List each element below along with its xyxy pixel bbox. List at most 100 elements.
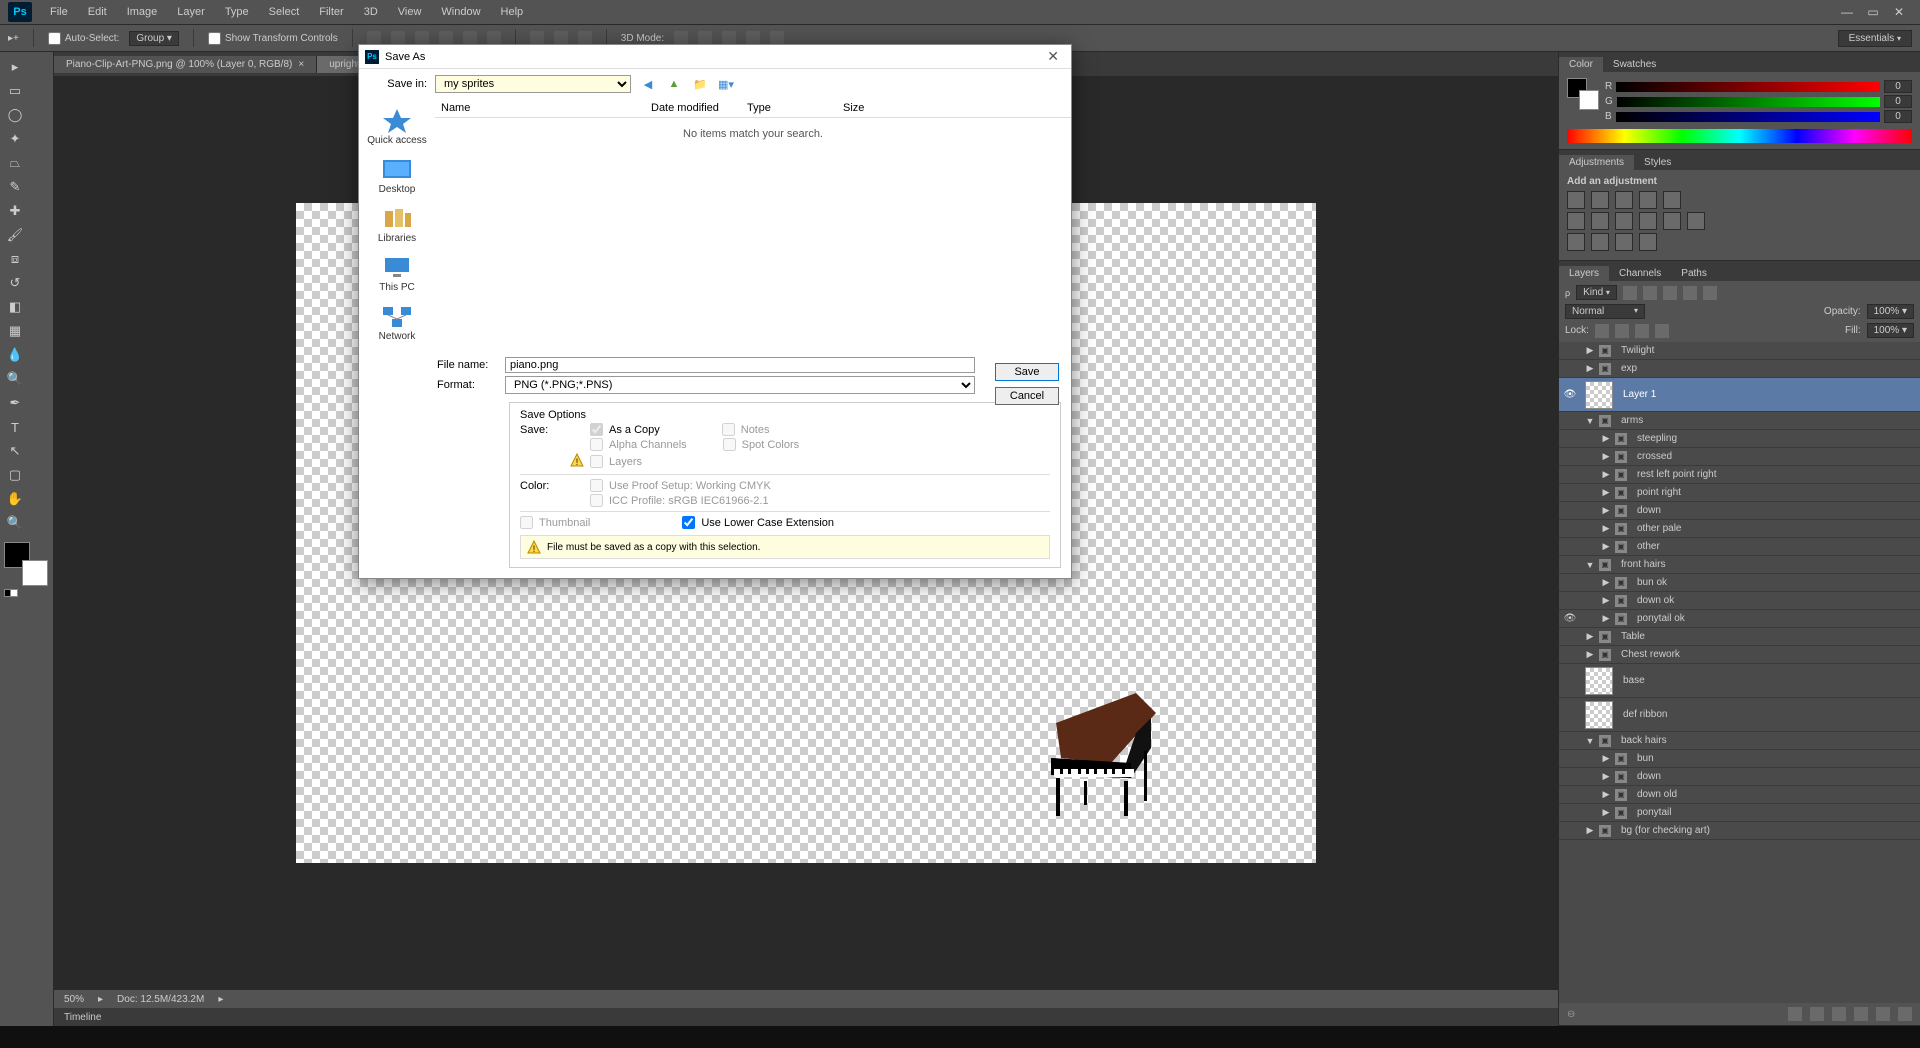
show-transform-checkbox[interactable] <box>208 32 221 45</box>
adj-threshold-icon[interactable] <box>1591 233 1609 251</box>
type-tool[interactable]: T <box>4 416 26 438</box>
place-quick-access[interactable]: Quick access <box>359 107 435 146</box>
path-tool[interactable]: ↖ <box>4 440 26 462</box>
layer-row[interactable]: ▼▣front hairs <box>1559 556 1920 574</box>
as-copy-checkbox[interactable] <box>590 423 603 436</box>
layer-fx-icon[interactable] <box>1810 1007 1824 1021</box>
disclosure-icon[interactable]: ▶ <box>1601 771 1611 782</box>
place-libraries[interactable]: Libraries <box>359 205 435 244</box>
layer-row[interactable]: def ribbon <box>1559 698 1920 732</box>
mode3d-icon[interactable] <box>770 31 784 45</box>
adj-hue-icon[interactable] <box>1567 212 1585 230</box>
tab-channels[interactable]: Channels <box>1609 266 1671 281</box>
icc-checkbox[interactable] <box>590 494 603 507</box>
tab-paths[interactable]: Paths <box>1671 266 1717 281</box>
col-date[interactable]: Date modified <box>645 102 741 114</box>
menu-filter[interactable]: Filter <box>309 3 353 21</box>
auto-select-checkbox[interactable] <box>48 32 61 45</box>
menu-help[interactable]: Help <box>491 3 534 21</box>
align-icon[interactable] <box>439 31 453 45</box>
disclosure-icon[interactable]: ▶ <box>1601 505 1611 516</box>
zoom-tool[interactable]: 🔍 <box>4 512 26 534</box>
marquee-tool[interactable]: ▭ <box>4 80 26 102</box>
opacity-input[interactable]: 100% ▾ <box>1867 304 1914 319</box>
layer-row[interactable]: base <box>1559 664 1920 698</box>
adj-invert-icon[interactable] <box>1687 212 1705 230</box>
layer-mask-icon[interactable] <box>1832 1007 1846 1021</box>
adj-selective-icon[interactable] <box>1639 233 1657 251</box>
filter-shape-icon[interactable] <box>1683 286 1697 300</box>
disclosure-icon[interactable]: ▶ <box>1601 541 1611 552</box>
gradient-tool[interactable]: ▦ <box>4 320 26 342</box>
place-this-pc[interactable]: This PC <box>359 254 435 293</box>
adj-curves-icon[interactable] <box>1615 191 1633 209</box>
shape-tool[interactable]: ▢ <box>4 464 26 486</box>
menu-window[interactable]: Window <box>431 3 490 21</box>
menu-edit[interactable]: Edit <box>78 3 117 21</box>
r-slider[interactable] <box>1616 82 1880 92</box>
disclosure-icon[interactable]: ▶ <box>1601 613 1611 624</box>
stamp-tool[interactable]: ⧈ <box>4 248 26 270</box>
dialog-close-button[interactable]: ✕ <box>1041 48 1065 65</box>
disclosure-icon[interactable]: ▶ <box>1601 595 1611 606</box>
tab-styles[interactable]: Styles <box>1634 155 1681 170</box>
proof-checkbox[interactable] <box>590 479 603 492</box>
auto-select-dropdown[interactable]: Group ▾ <box>129 31 179 46</box>
layer-row[interactable]: ▶▣bg (for checking art) <box>1559 822 1920 840</box>
layer-row[interactable]: ▶▣bun <box>1559 750 1920 768</box>
spot-checkbox[interactable] <box>723 438 736 451</box>
layer-row[interactable]: ▶▣ponytail <box>1559 804 1920 822</box>
col-name[interactable]: Name <box>435 102 645 114</box>
tab-swatches[interactable]: Swatches <box>1603 57 1666 72</box>
color-spectrum[interactable] <box>1567 129 1912 143</box>
col-size[interactable]: Size <box>837 102 907 114</box>
place-desktop[interactable]: Desktop <box>359 156 435 195</box>
close-button[interactable]: ✕ <box>1892 5 1906 19</box>
disclosure-icon[interactable]: ▶ <box>1585 649 1595 660</box>
adj-mixer-icon[interactable] <box>1639 212 1657 230</box>
history-brush-tool[interactable]: ↺ <box>4 272 26 294</box>
disclosure-icon[interactable]: ▶ <box>1601 577 1611 588</box>
layer-row[interactable]: ▶▣rest left point right <box>1559 466 1920 484</box>
back-icon[interactable]: ◀ <box>639 75 657 93</box>
layer-row[interactable]: ▶▣exp <box>1559 360 1920 378</box>
link-layers-icon[interactable] <box>1788 1007 1802 1021</box>
adj-lookup-icon[interactable] <box>1663 212 1681 230</box>
align-icon[interactable] <box>391 31 405 45</box>
g-value[interactable]: 0 <box>1884 95 1912 108</box>
layer-row[interactable]: ▶▣down ok <box>1559 592 1920 610</box>
move-tool[interactable]: ▸ <box>4 56 26 78</box>
healing-tool[interactable]: ✚ <box>4 200 26 222</box>
disclosure-icon[interactable]: ▶ <box>1585 363 1595 374</box>
layer-row[interactable]: ▶▣other pale <box>1559 520 1920 538</box>
mode3d-icon[interactable] <box>746 31 760 45</box>
alpha-checkbox[interactable] <box>590 438 603 451</box>
adj-gradient-icon[interactable] <box>1615 233 1633 251</box>
disclosure-icon[interactable]: ▶ <box>1601 789 1611 800</box>
mode3d-icon[interactable] <box>722 31 736 45</box>
distribute-icon[interactable] <box>554 31 568 45</box>
filter-pixel-icon[interactable] <box>1623 286 1637 300</box>
mode3d-icon[interactable] <box>698 31 712 45</box>
file-name-input[interactable] <box>505 357 975 373</box>
visibility-toggle[interactable]: 👁 <box>1563 613 1577 624</box>
default-colors[interactable] <box>4 588 22 598</box>
eraser-tool[interactable]: ◧ <box>4 296 26 318</box>
distribute-icon[interactable] <box>578 31 592 45</box>
layers-checkbox[interactable] <box>590 455 603 468</box>
blend-mode-dropdown[interactable]: Normal ▾ <box>1565 304 1645 319</box>
thumbnail-checkbox[interactable] <box>520 516 533 529</box>
layer-row[interactable]: ▶▣Twilight <box>1559 342 1920 360</box>
new-group-icon[interactable] <box>1854 1007 1868 1021</box>
adj-brightness-icon[interactable] <box>1567 191 1585 209</box>
layer-row[interactable]: ▶▣Table <box>1559 628 1920 646</box>
blur-tool[interactable]: 💧 <box>4 344 26 366</box>
disclosure-icon[interactable]: ▼ <box>1585 416 1595 426</box>
lasso-tool[interactable]: ◯ <box>4 104 26 126</box>
save-in-dropdown[interactable]: my sprites <box>435 75 631 93</box>
disclosure-icon[interactable]: ▶ <box>1601 807 1611 818</box>
disclosure-icon[interactable]: ▶ <box>1601 451 1611 462</box>
lock-transparent-icon[interactable] <box>1595 324 1609 338</box>
adj-levels-icon[interactable] <box>1591 191 1609 209</box>
fill-input[interactable]: 100% ▾ <box>1867 323 1914 338</box>
